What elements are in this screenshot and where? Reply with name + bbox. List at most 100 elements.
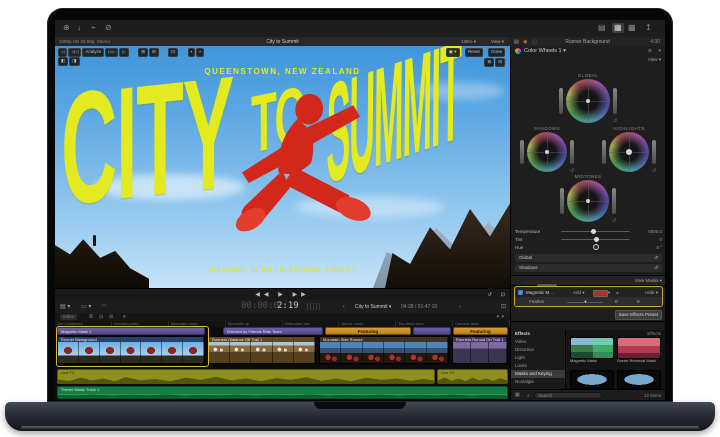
video-clip-runners-distance[interactable]: Runners Distance Off Trail 1 [208, 336, 316, 364]
color-wheel-midtones[interactable] [567, 180, 609, 222]
wheel-reset-icon[interactable]: ↺ [652, 168, 656, 174]
feather-slider[interactable]: ▼ [567, 302, 603, 304]
audio-clip-live-fx[interactable]: Live FX [437, 369, 508, 384]
category-looks[interactable]: Looks [511, 362, 565, 370]
clip-appearance-icon[interactable]: ▾ [123, 314, 126, 320]
step-back-icon[interactable]: ◁ [58, 48, 67, 57]
project-name-menu[interactable]: City to Summit ▾ [355, 304, 391, 310]
compare-icon[interactable]: ⊜ [648, 48, 652, 54]
video-inspector-icon[interactable]: ▤ [514, 39, 519, 45]
mask-color-swatch[interactable] [593, 290, 608, 297]
effects-search-input[interactable] [534, 392, 602, 399]
overlay-toggle-icon[interactable]: ▪ [188, 48, 196, 57]
remove-stroke-icon[interactable]: ◨ [69, 57, 79, 66]
wheel-reset-icon[interactable]: ↺ [613, 118, 617, 124]
share-icon[interactable]: ↥ [645, 23, 652, 33]
viewer-view-menu[interactable]: View ▾ [491, 39, 504, 45]
hue-dial[interactable] [561, 247, 630, 249]
expand-icon[interactable]: ⊞ [109, 314, 113, 320]
add-stroke-icon[interactable]: ◧ [58, 57, 68, 66]
next-project-icon[interactable]: › [459, 304, 461, 310]
video-clip-mountain-runout[interactable]: Mountain Side Runout [319, 336, 449, 364]
section-shadows[interactable]: Shadows ↺ [515, 264, 662, 272]
list-view-icon[interactable]: ≣ [89, 314, 93, 320]
skimming-icon[interactable]: ✦ ▾ [496, 314, 504, 320]
feather-value-2[interactable]: 0 [637, 299, 640, 304]
wheels-view-menu[interactable]: View ▾ [648, 57, 661, 63]
video-clip-runner-background[interactable]: Runner Background [57, 336, 205, 364]
effect-thumb-magnetic-mask[interactable] [570, 337, 614, 359]
mask-mode-icon[interactable]: ⊞ [138, 48, 148, 57]
timeline-toggle-icon[interactable]: ▦ [612, 23, 624, 33]
effect-thumb-shape-mask[interactable] [617, 370, 661, 389]
prev-project-icon[interactable]: ‹ [343, 304, 345, 310]
mask-eyedropper-icon[interactable]: ± [616, 290, 618, 295]
title-clip[interactable]: Magnetic Mask 1 [57, 327, 205, 335]
mask-name[interactable]: Magnetic M... [526, 290, 566, 295]
mask-mode-icon[interactable]: ⊟ [149, 48, 159, 57]
loop-icon[interactable]: ↺ [488, 292, 492, 298]
category-masks-and-keying[interactable]: Masks and Keying [511, 370, 565, 378]
thumbnail-view-icon[interactable]: ▦ [515, 392, 520, 398]
view-masks-menu[interactable]: View Masks ▾ [635, 278, 662, 284]
viewer-zoom-menu[interactable]: 136% ▾ [461, 39, 476, 45]
done-button[interactable]: Done [488, 48, 505, 57]
audio-clip-live-fx[interactable]: Live FX [57, 369, 435, 384]
wheel-reset-icon[interactable]: ↺ [612, 218, 616, 224]
info-inspector-icon[interactable]: ⓘ [532, 39, 537, 46]
title-clip[interactable] [413, 327, 451, 335]
reset-button[interactable]: Reset [465, 48, 483, 57]
title-clip-featuring[interactable]: Featuring [325, 327, 411, 335]
section-reset-icon[interactable]: ↺ [654, 254, 658, 262]
effect-menu-icon[interactable]: ▾ [658, 48, 661, 54]
temperature-slider[interactable] [561, 231, 630, 233]
mask-hide-menu[interactable]: Hide ▾ [645, 290, 658, 296]
mask-color-menu-icon[interactable]: ▾ [608, 290, 610, 296]
color-wheel-highlights[interactable] [609, 132, 649, 172]
magnet-snap-icon[interactable]: ∩ [102, 303, 106, 309]
param-value[interactable]: 0 ° [636, 245, 662, 250]
color-wheel-global[interactable] [566, 79, 610, 123]
effect-thumb-scene-removal[interactable] [617, 337, 661, 359]
background-tasks-icon[interactable]: ⊘ [105, 23, 112, 33]
mask-view-icon[interactable]: ⊡ [168, 48, 178, 57]
effect-title[interactable]: Color Wheels 1 ▾ [524, 48, 566, 54]
section-global[interactable]: Global ↺ [515, 254, 662, 262]
overlay-toggle-icon[interactable]: ▪ [196, 48, 204, 57]
tool-menu-icon[interactable]: ▭ ▾ [81, 303, 91, 310]
forward-icon[interactable]: ▷▷ [105, 48, 118, 57]
browser-toggle-icon[interactable]: ▤ [598, 23, 606, 33]
title-clip[interactable]: Directed by Friends Ride Team [223, 327, 323, 335]
timeline-expand-icon[interactable]: ⊡ [501, 303, 506, 310]
analyze-button[interactable]: Analyze [82, 48, 104, 57]
feather-value-1[interactable]: 0 [615, 299, 618, 304]
import-media-icon[interactable]: ⊕ [63, 23, 70, 33]
audio-meters[interactable] [307, 303, 321, 310]
fullscreen-icon[interactable]: ⊡ [501, 292, 505, 298]
mask-add-menu[interactable]: Add ▾ [573, 290, 585, 296]
effect-thumb-vignette-mask[interactable] [570, 370, 614, 389]
category-video[interactable]: Video [511, 338, 565, 346]
music-clip-theme[interactable]: Theme Music Track 1 [57, 386, 508, 399]
zoom-in-icon[interactable]: ⊞ [484, 58, 494, 67]
category-light[interactable]: Light [511, 354, 565, 362]
viewer-canvas[interactable]: QUEENSTOWN, NEW ZEALAND CITY TO SUMMIT [55, 46, 510, 288]
param-value[interactable]: 0 [636, 237, 662, 242]
video-clip-trail-runout[interactable]: Runners Runout On Trail 1 [452, 336, 508, 364]
index-button[interactable]: Index [60, 314, 77, 320]
step-forward-icon[interactable]: ▷ [119, 48, 128, 57]
keyword-icon[interactable]: ⌁ [91, 23, 96, 33]
inspector-toggle-icon[interactable]: ▦ [628, 23, 636, 33]
index-icon[interactable]: ▤ ▾ [60, 303, 70, 310]
category-distortion[interactable]: Distortion [511, 346, 565, 354]
mask-enable-checkbox[interactable]: ✓ [518, 290, 523, 295]
category-nostalgia[interactable]: Nostalgia [511, 378, 565, 386]
mask-options-icon[interactable]: ▣ ▾ [446, 48, 460, 57]
rewind-icon[interactable]: ◁◁ [68, 48, 81, 57]
collapse-icon[interactable]: ⊟ [99, 314, 103, 320]
save-effects-preset-button[interactable]: Save Effects Preset [615, 310, 662, 320]
title-clip-featuring[interactable]: Featuring [453, 327, 508, 335]
param-value[interactable]: 5000.0 [636, 229, 662, 234]
import-icon[interactable]: ↓ [77, 23, 81, 33]
tint-slider[interactable] [561, 239, 630, 241]
